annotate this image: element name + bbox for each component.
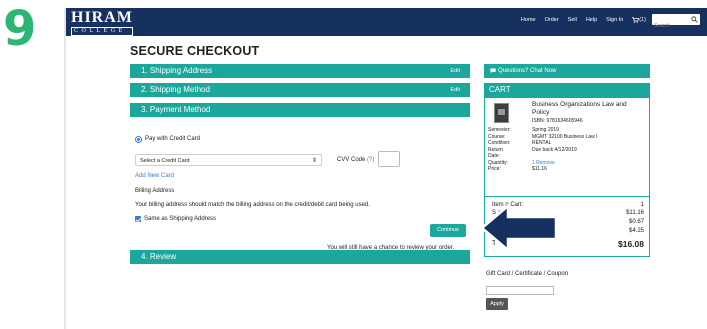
book-isbn: ISBN: 9781634605946	[532, 118, 583, 124]
step-shipping-address[interactable]: 1. Shipping Address Edit	[130, 64, 470, 78]
tax-value: $0.67	[628, 219, 644, 225]
shopping-cart-icon	[632, 16, 640, 23]
search-input[interactable]	[652, 20, 690, 32]
pay-credit-card-radio[interactable]	[135, 136, 142, 143]
edit-shipping-address-link[interactable]: Edit	[451, 64, 460, 78]
pay-credit-card-label: Pay with Credit Card	[145, 136, 201, 142]
cvv-label: CVV Code	[337, 157, 366, 163]
step-label: 2. Shipping Method	[141, 85, 210, 94]
nav-home[interactable]: Home	[521, 17, 536, 23]
same-as-shipping-checkbox[interactable]	[135, 216, 141, 222]
browser-page: HIRAM COLLEGE Home Order Sell Help Sign …	[66, 8, 707, 329]
step-payment-method: 3. Payment Method	[130, 103, 470, 117]
search-icon[interactable]	[691, 16, 698, 23]
book-cover-image	[494, 103, 509, 123]
logo-top-text: HIRAM	[71, 9, 133, 26]
apply-button[interactable]: Apply	[486, 298, 508, 310]
edit-shipping-method-link[interactable]: Edit	[451, 83, 460, 97]
chat-bubble-icon	[490, 68, 496, 74]
credit-card-select-value: Select a Credit Card	[140, 158, 190, 164]
step-number: 9	[3, 1, 37, 57]
book-title: Business Organizations Law and Policy	[532, 101, 627, 116]
info-condition: Condition: RENTAL	[488, 140, 552, 146]
logo-sub-text: COLLEGE	[71, 27, 133, 36]
add-new-card-link[interactable]: Add New Card	[135, 173, 174, 179]
continue-button[interactable]: Continue	[430, 224, 466, 237]
info-semester: Semester: Spring 2019	[488, 127, 559, 133]
step-label: 3. Payment Method	[141, 105, 211, 114]
remove-item-link[interactable]: 1 Remove	[532, 160, 555, 166]
nav-sell[interactable]: Sell	[568, 17, 577, 23]
info-return: Return Due back 4/12/2019	[488, 146, 577, 153]
cvv-input[interactable]	[378, 151, 400, 167]
chat-label: Questions? Chat Now	[498, 68, 557, 74]
page-title: SECURE CHECKOUT	[130, 44, 260, 58]
top-navigation-bar: HIRAM COLLEGE Home Order Sell Help Sign …	[66, 8, 707, 36]
step-review: 4. Review	[130, 250, 470, 264]
cvv-help-link[interactable]: (?)	[367, 157, 374, 163]
items-in-cart-value: 1	[640, 202, 644, 208]
college-logo[interactable]: HIRAM COLLEGE	[71, 10, 133, 36]
cart-header: CART	[484, 83, 650, 97]
nav-sign-in[interactable]: Sign In	[606, 17, 623, 23]
info-quantity: Quantity: 1 Remove	[488, 159, 555, 166]
select-arrows-icon: ⇕	[311, 158, 317, 164]
step-label: 4. Review	[141, 252, 177, 261]
billing-note: Your billing address should match the bi…	[135, 202, 370, 208]
step-shipping-method[interactable]: 2. Shipping Method Edit	[130, 83, 470, 97]
info-date: Date:	[488, 153, 500, 159]
left-arrow-icon	[480, 203, 558, 253]
gift-card-label: Gift Card / Certificate / Coupon	[486, 271, 569, 277]
step-label: 1. Shipping Address	[141, 66, 213, 75]
same-as-shipping-label: Same as Shipping Address	[144, 216, 217, 222]
cart-title: CART	[489, 85, 511, 94]
totals-divider	[485, 196, 649, 197]
search-box	[652, 14, 700, 32]
cart-count: (1)	[639, 16, 646, 23]
billing-address-heading: Billing Address	[135, 188, 175, 194]
gift-card-input[interactable]	[486, 286, 554, 295]
subtotal-value: $11.16	[626, 210, 644, 216]
nav-order[interactable]: Order	[545, 17, 559, 23]
total-value: $16.08	[618, 239, 644, 249]
tutorial-arrow	[480, 203, 560, 257]
info-course: Course: MGMT 32100 Business Law I	[488, 133, 598, 140]
nav-help[interactable]: Help	[586, 17, 597, 23]
main-nav: Home Order Sell Help Sign In (1)	[512, 14, 700, 32]
info-price: Price: $11.16	[488, 166, 547, 172]
payment-method-panel: Pay with Credit Card Select a Credit Car…	[130, 125, 470, 257]
chat-now-button[interactable]: Questions? Chat Now	[484, 64, 650, 78]
nav-cart[interactable]: (1)	[632, 17, 646, 23]
credit-card-select[interactable]: Select a Credit Card ⇕	[135, 154, 322, 166]
shipping-value: $4.25	[628, 228, 644, 234]
